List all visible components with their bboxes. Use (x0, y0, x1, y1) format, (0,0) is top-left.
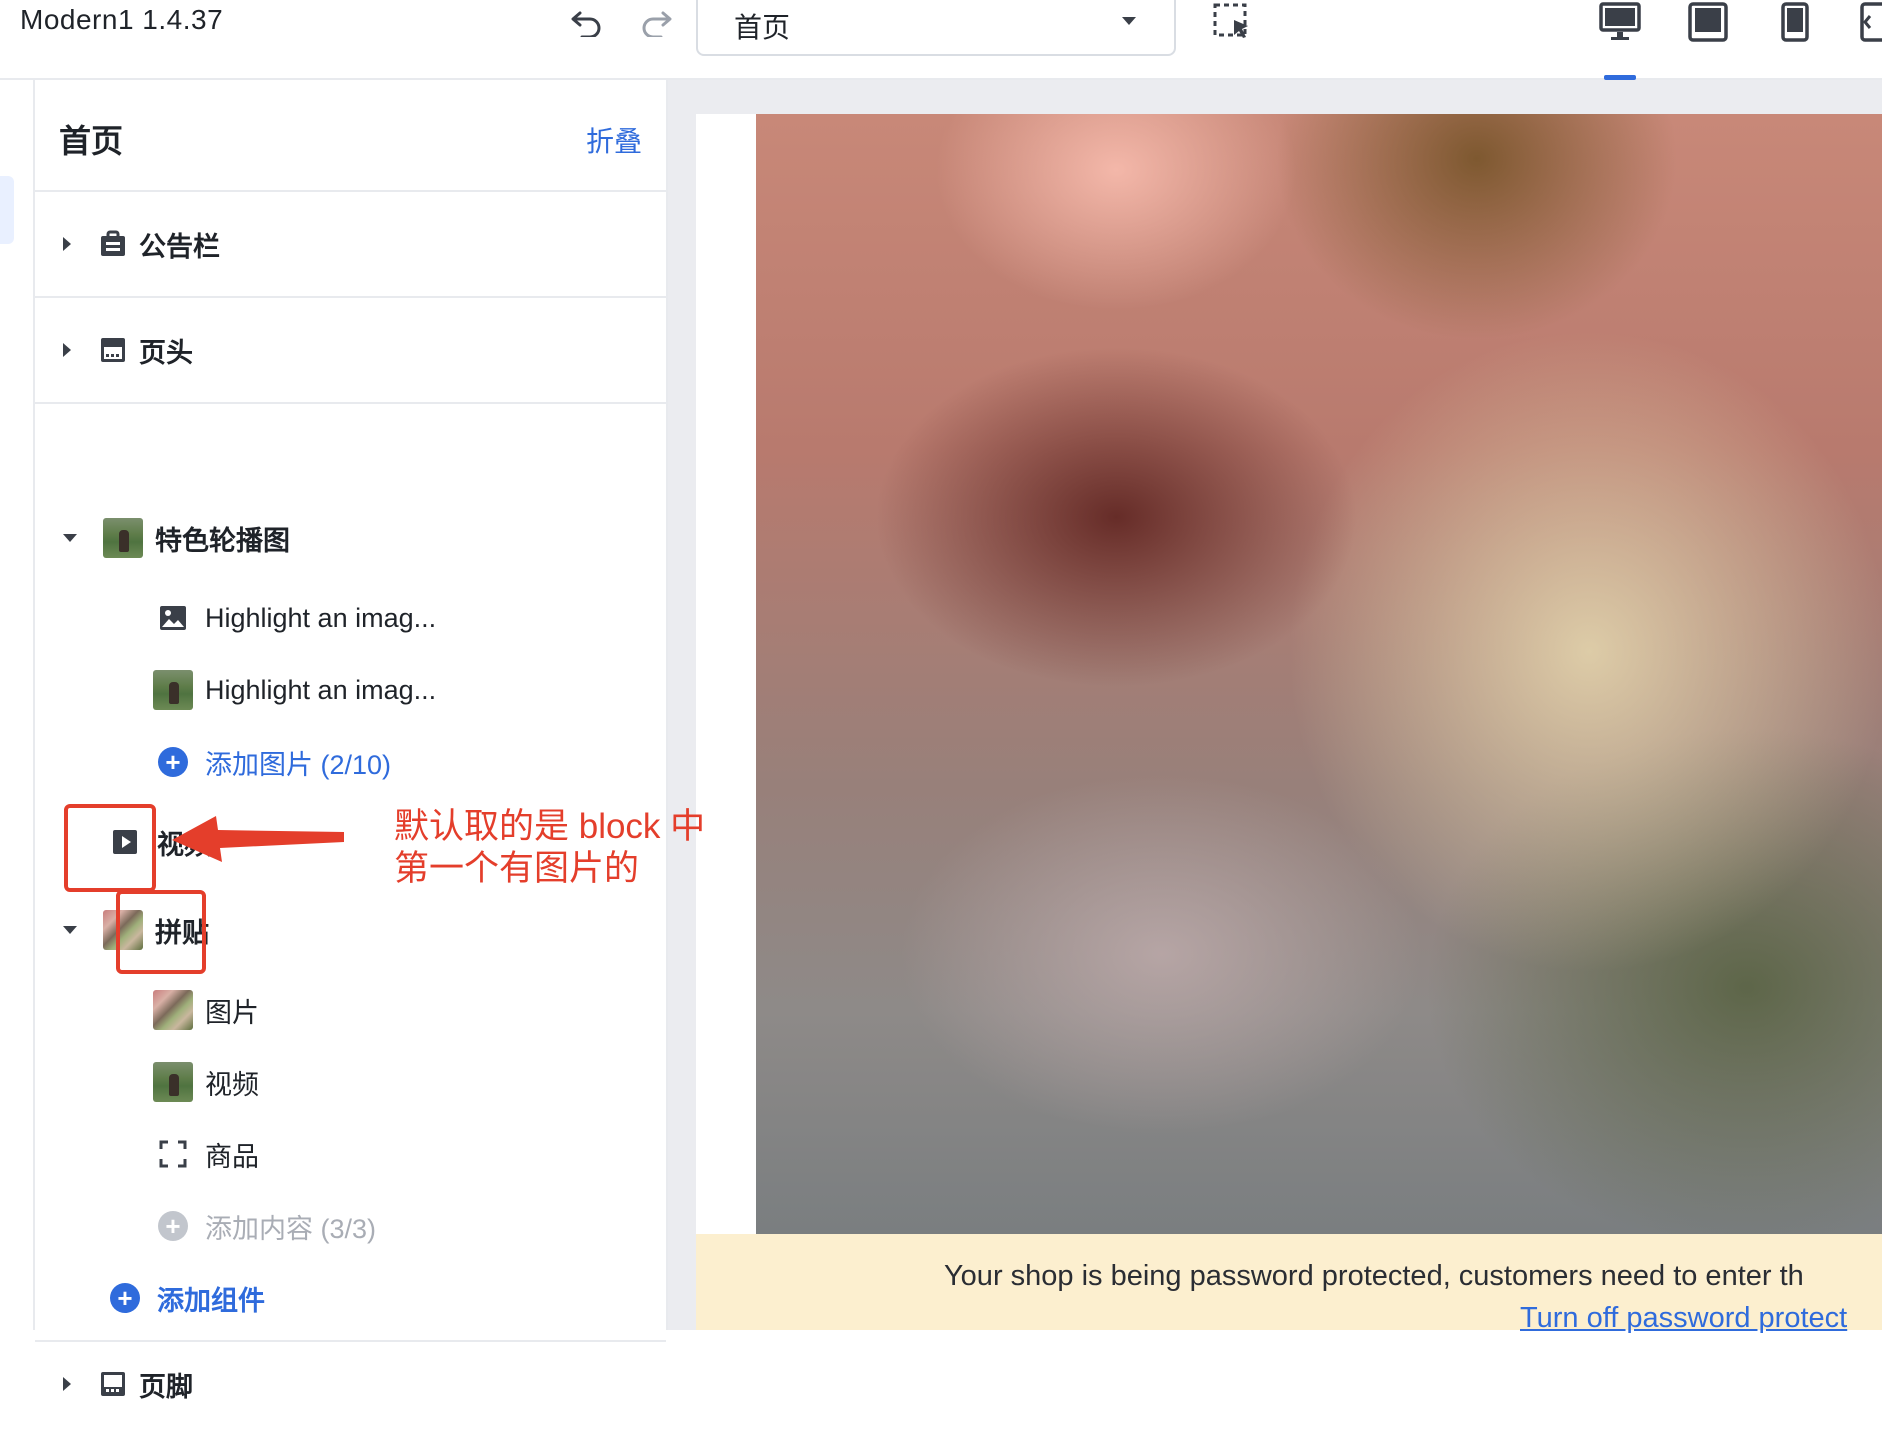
chevron-right-icon (63, 1377, 71, 1391)
collage-item-image[interactable]: 图片 (153, 988, 259, 1032)
select-area-icon[interactable] (1210, 0, 1254, 44)
mobile-icon[interactable] (1773, 0, 1817, 44)
sidebar-item-label: 公告栏 (139, 231, 220, 262)
add-content-label: 添加内容 (3/3) (205, 1213, 377, 1244)
bag-icon (99, 230, 131, 258)
collage-item-label: 商品 (205, 1141, 259, 1172)
app-title: Modern1 1.4.37 (20, 4, 224, 35)
add-image-label: 添加图片 (2/10) (205, 749, 392, 780)
tablet-icon[interactable] (1686, 0, 1730, 44)
annotation-line-1: 默认取的是 block 中 (394, 807, 706, 846)
turn-off-password-link[interactable]: Turn off password protect (1520, 1302, 1847, 1335)
slideshow-thumbnail (103, 518, 143, 558)
banner-text: Your shop is being password protected, c… (944, 1260, 1804, 1292)
chevron-down-icon (63, 926, 77, 934)
sidebar-item-slideshow[interactable]: 特色轮播图 (63, 516, 290, 560)
section-announcement: 公告栏 (35, 192, 666, 298)
section-footer: 页脚 (35, 1342, 666, 1442)
add-component-label: 添加组件 (157, 1285, 265, 1316)
page-select[interactable]: 首页 (696, 0, 1176, 56)
add-icon: + (158, 747, 188, 777)
image-icon (153, 604, 193, 632)
add-component-button[interactable]: + 添加组件 (105, 1276, 265, 1320)
add-icon: + (110, 1283, 140, 1313)
collage-item-thumbnail (153, 1062, 193, 1102)
product-placeholder-icon (153, 1140, 193, 1168)
slideshow-item-label: Highlight an imag... (205, 674, 437, 705)
annotation-text: 默认取的是 block 中 第一个有图片的 (394, 806, 705, 890)
undo-icon[interactable] (565, 0, 609, 44)
fullscreen-icon[interactable] (1850, 0, 1882, 44)
chevron-right-icon (63, 237, 71, 251)
collage-item-label: 视频 (205, 1069, 259, 1100)
footer-icon (99, 1370, 131, 1398)
chevron-down-icon (1120, 14, 1138, 32)
redo-icon[interactable] (634, 0, 678, 44)
password-banner: Your shop is being password protected, c… (696, 1234, 1882, 1334)
header-icon (99, 336, 131, 364)
annotation-line-2: 第一个有图片的 (394, 849, 640, 888)
annotation-box-image (116, 890, 206, 974)
left-rail (0, 80, 35, 1330)
slideshow-item-1[interactable]: Highlight an imag... (153, 596, 436, 640)
add-icon: + (158, 1211, 188, 1241)
sidebar-item-label: 特色轮播图 (155, 525, 290, 556)
sidebar-header: 首页 折叠 (35, 80, 666, 192)
desktop-icon[interactable] (1598, 0, 1642, 44)
chevron-down-icon (63, 534, 77, 542)
collage-item-thumbnail (153, 990, 193, 1030)
page-select-value: 首页 (734, 12, 791, 43)
add-image-button[interactable]: + 添加图片 (2/10) (153, 740, 391, 784)
sidebar-title: 首页 (59, 123, 124, 159)
slideshow-item-thumbnail (153, 670, 193, 710)
sidebar-item-label: 页脚 (139, 1371, 193, 1402)
rail-active-item[interactable] (0, 176, 14, 244)
annotation-arrow-icon (172, 816, 344, 862)
chevron-right-icon (63, 343, 71, 357)
section-header: 页头 (35, 298, 666, 404)
sidebar-panel: 首页 折叠 公告栏 页头 特色轮播图 Highlight an imag... … (35, 80, 668, 1402)
collage-item-product[interactable]: 商品 (153, 1132, 259, 1176)
hero-slideshow-image[interactable] (756, 114, 1882, 1234)
slideshow-item-label: Highlight an imag... (205, 602, 437, 633)
collapse-button[interactable]: 折叠 (586, 120, 642, 160)
collage-item-label: 图片 (205, 997, 259, 1028)
sidebar-item-header[interactable]: 页头 (63, 328, 193, 372)
sidebar-item-label: 页头 (139, 337, 193, 368)
top-toolbar: Modern1 1.4.37 首页 (0, 0, 1882, 80)
annotation-box-collage (64, 804, 156, 892)
collage-item-video[interactable]: 视频 (153, 1060, 259, 1104)
sidebar-item-announcement[interactable]: 公告栏 (63, 222, 220, 266)
sidebar-item-footer[interactable]: 页脚 (63, 1362, 193, 1406)
slideshow-item-2[interactable]: Highlight an imag... (153, 668, 436, 712)
add-content-button[interactable]: + 添加内容 (3/3) (153, 1204, 376, 1248)
